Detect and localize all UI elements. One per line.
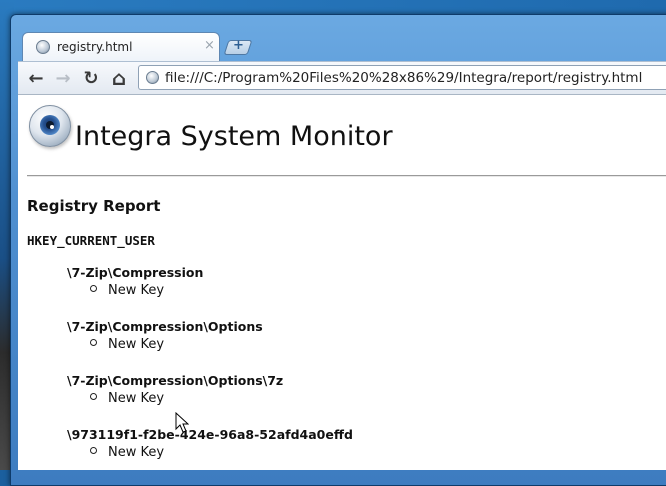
globe-icon [36,40,50,54]
registry-entry-path: \7-Zip\Compression\Options [67,319,263,334]
plus-icon: + [233,38,244,53]
registry-entry-value: New Key [90,337,164,352]
registry-entry-value: New Key [90,445,164,460]
registry-entry-path: \7-Zip\Compression [67,265,204,280]
page-content: Integra System Monitor Registry Report H… [18,95,666,470]
registry-entry-value: New Key [90,283,164,298]
bullet-icon [90,447,97,454]
report-heading: Registry Report [27,197,161,215]
home-button[interactable]: ⌂ [107,66,131,90]
bullet-icon [90,339,97,346]
registry-entry-path: \7-Zip\Compression\Options\7z [67,373,284,388]
reload-button[interactable]: ↻ [79,66,103,90]
page-icon [146,71,159,84]
registry-hive: HKEY_CURRENT_USER [27,233,155,248]
browser-tab[interactable]: registry.html × [22,32,220,62]
bullet-icon [90,393,97,400]
back-button[interactable]: ← [24,66,48,90]
title-divider [27,175,666,177]
forward-button[interactable]: → [51,66,75,90]
tab-title: registry.html [57,40,133,54]
bullet-icon [90,285,97,292]
eye-logo-icon [29,105,71,147]
page-title: Integra System Monitor [75,121,393,152]
address-url: file:///C:/Program%20Files%20%28x86%29/I… [165,70,643,86]
close-tab-button[interactable]: × [204,38,215,53]
mouse-cursor-icon [175,412,189,433]
address-bar[interactable]: file:///C:/Program%20Files%20%28x86%29/I… [138,65,666,90]
registry-entry-path: \973119f1-f2be-424e-96a8-52afd4a0effd [67,427,353,442]
registry-entry-value: New Key [90,391,164,406]
